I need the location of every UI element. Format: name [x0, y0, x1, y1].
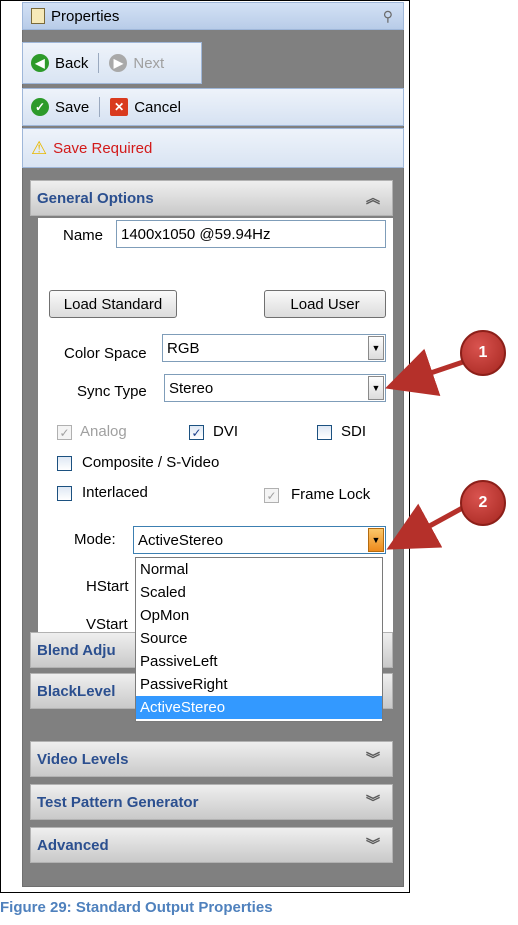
- callout-arrow-2: [386, 503, 468, 550]
- callout-arrows: [385, 348, 468, 550]
- figure-caption: Figure 29: Standard Output Properties: [0, 899, 273, 916]
- callout-arrow-1: [385, 348, 467, 397]
- callout-badge-2: 2: [460, 480, 506, 526]
- callout-badge-1: 1: [460, 330, 506, 376]
